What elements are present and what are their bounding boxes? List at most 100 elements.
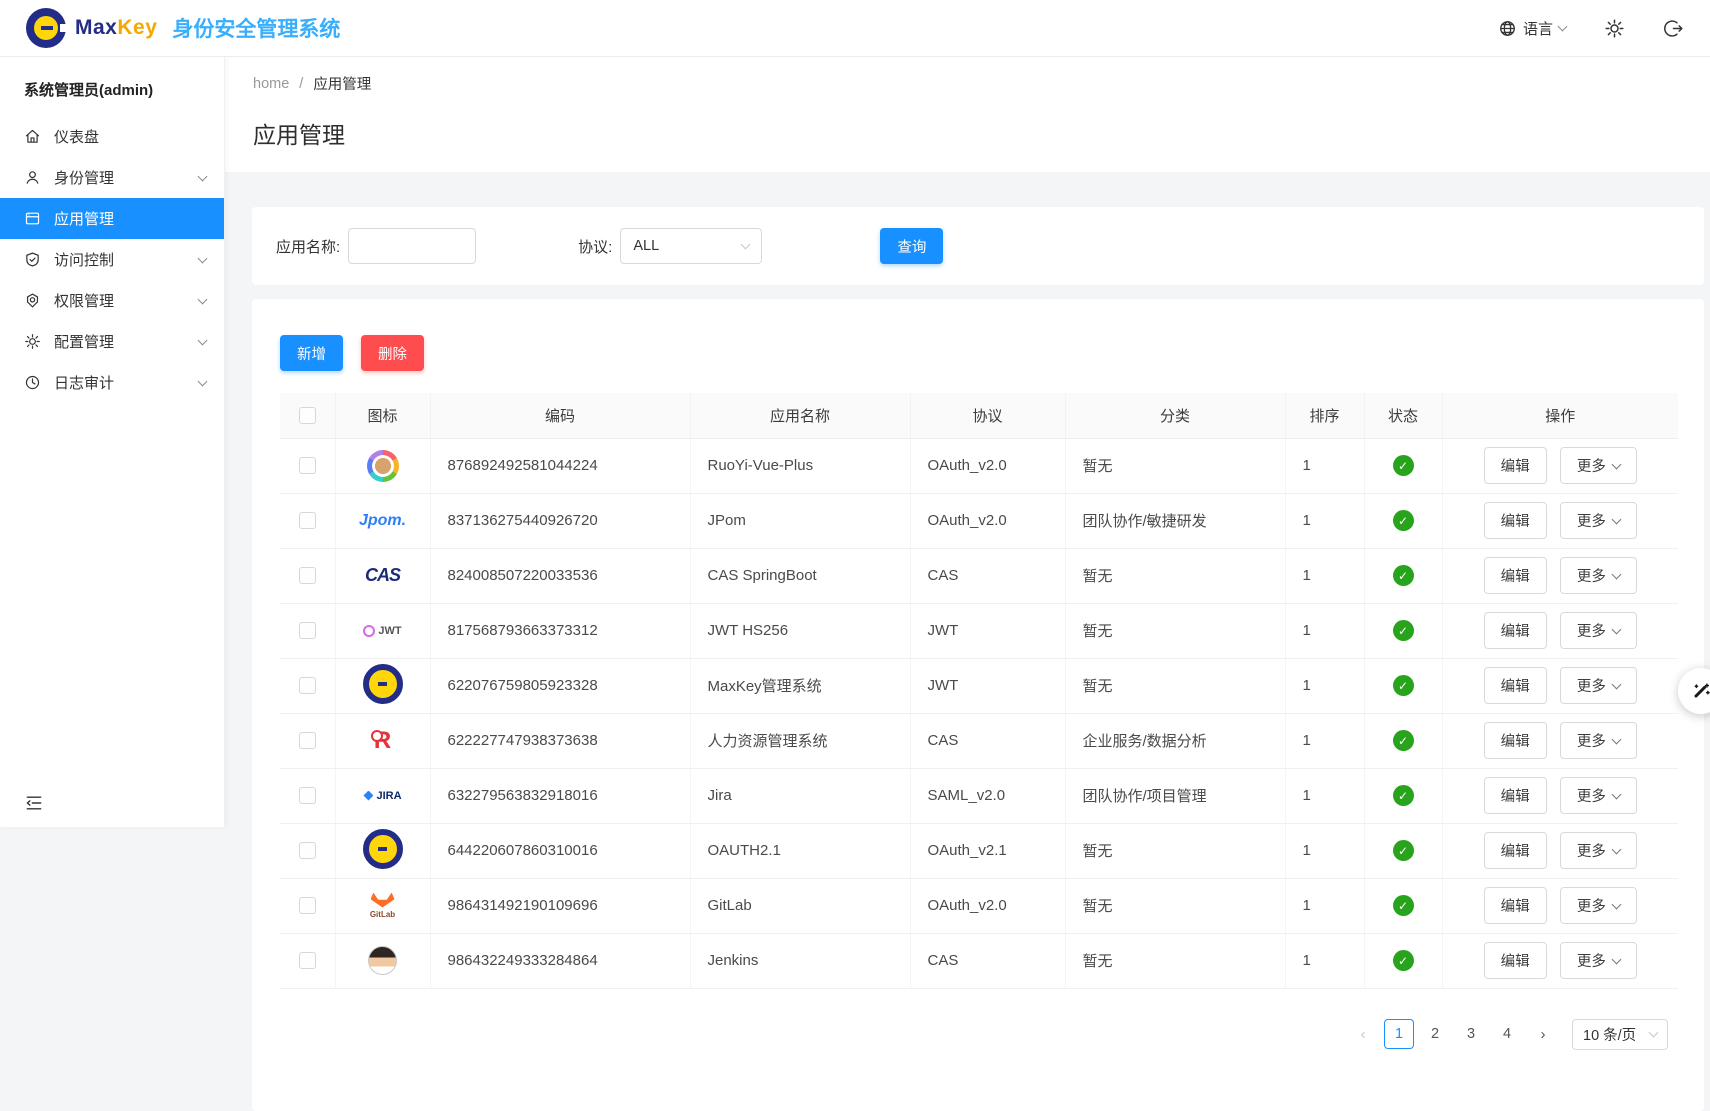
- sidebar-item[interactable]: 仪表盘: [0, 116, 224, 157]
- page-number-button[interactable]: 2: [1420, 1019, 1450, 1049]
- more-button[interactable]: 更多: [1560, 502, 1637, 539]
- edit-button[interactable]: 编辑: [1484, 832, 1547, 869]
- more-button[interactable]: 更多: [1560, 557, 1637, 594]
- app-category: 团队协作/项目管理: [1065, 768, 1285, 823]
- app-category: 团队协作/敏捷研发: [1065, 493, 1285, 548]
- app-name: 人力资源管理系统: [690, 713, 910, 768]
- toolbar: 新增 删除: [280, 335, 1678, 371]
- table-row: 622076759805923328 MaxKey管理系统 JWT 暂无 1 编…: [280, 658, 1678, 713]
- language-label: 语言: [1523, 18, 1553, 39]
- row-checkbox[interactable]: [299, 952, 316, 969]
- edit-button[interactable]: 编辑: [1484, 557, 1547, 594]
- app-sort: 1: [1285, 713, 1364, 768]
- app-sort: 1: [1285, 768, 1364, 823]
- more-button[interactable]: 更多: [1560, 887, 1637, 924]
- row-checkbox[interactable]: [299, 842, 316, 859]
- app-sort: 1: [1285, 823, 1364, 878]
- row-checkbox[interactable]: [299, 457, 316, 474]
- chevron-down-icon: [198, 295, 208, 305]
- more-button[interactable]: 更多: [1560, 447, 1637, 484]
- more-button[interactable]: 更多: [1560, 942, 1637, 979]
- row-checkbox[interactable]: [299, 897, 316, 914]
- edit-button[interactable]: 编辑: [1484, 612, 1547, 649]
- sidebar-item-label: 配置管理: [54, 331, 186, 352]
- app-protocol: CAS: [910, 713, 1065, 768]
- app-protocol: OAuth_v2.1: [910, 823, 1065, 878]
- sidebar-item[interactable]: 权限管理: [0, 280, 224, 321]
- language-menu[interactable]: 语言: [1498, 18, 1566, 39]
- column-header-status: 状态: [1364, 393, 1442, 438]
- app-code: 817568793663373312: [430, 603, 690, 658]
- chevron-down-icon: [1649, 1027, 1659, 1037]
- prev-page-button[interactable]: ‹: [1348, 1019, 1378, 1049]
- more-button[interactable]: 更多: [1560, 667, 1637, 704]
- app-category: 暂无: [1065, 658, 1285, 713]
- edit-button[interactable]: 编辑: [1484, 777, 1547, 814]
- protocol-select[interactable]: ALL: [620, 228, 762, 264]
- app-code: 622076759805923328: [430, 658, 690, 713]
- row-checkbox[interactable]: [299, 732, 316, 749]
- page-number-button[interactable]: 4: [1492, 1019, 1522, 1049]
- chevron-down-icon: [198, 254, 208, 264]
- row-checkbox[interactable]: [299, 787, 316, 804]
- app-protocol: OAuth_v2.0: [910, 493, 1065, 548]
- edit-button[interactable]: 编辑: [1484, 447, 1547, 484]
- table-row: 986432249333284864 Jenkins CAS 暂无 1 编辑 更…: [280, 933, 1678, 988]
- sidebar-item[interactable]: 日志审计: [0, 362, 224, 403]
- chevron-down-icon: [1611, 569, 1621, 579]
- edit-button[interactable]: 编辑: [1484, 887, 1547, 924]
- sidebar-item[interactable]: 身份管理: [0, 157, 224, 198]
- edit-button[interactable]: 编辑: [1484, 502, 1547, 539]
- column-header-actions: 操作: [1442, 393, 1678, 438]
- row-checkbox[interactable]: [299, 567, 316, 584]
- app-logo-icon: [359, 446, 407, 486]
- logout-icon[interactable]: [1663, 18, 1684, 39]
- more-button[interactable]: 更多: [1560, 612, 1637, 649]
- page-number-button[interactable]: 1: [1384, 1019, 1414, 1049]
- app-logo-icon: [359, 556, 407, 596]
- edit-button[interactable]: 编辑: [1484, 722, 1547, 759]
- edit-button[interactable]: 编辑: [1484, 942, 1547, 979]
- edit-button[interactable]: 编辑: [1484, 667, 1547, 704]
- settings-icon[interactable]: [1604, 18, 1625, 39]
- app-sort: 1: [1285, 438, 1364, 493]
- status-enabled-icon: [1393, 565, 1414, 586]
- delete-button[interactable]: 删除: [361, 335, 424, 371]
- app-logo-icon: [359, 611, 407, 651]
- app-logo-icon: [359, 776, 407, 816]
- sidebar-item-label: 应用管理: [54, 208, 206, 229]
- app-sort: 1: [1285, 658, 1364, 713]
- row-checkbox[interactable]: [299, 622, 316, 639]
- select-all-checkbox[interactable]: [299, 407, 316, 424]
- more-button[interactable]: 更多: [1560, 777, 1637, 814]
- more-button[interactable]: 更多: [1560, 722, 1637, 759]
- table-row: 622227747938373638 人力资源管理系统 CAS 企业服务/数据分…: [280, 713, 1678, 768]
- add-button[interactable]: 新增: [280, 335, 343, 371]
- chevron-down-icon: [1611, 679, 1621, 689]
- page-number-button[interactable]: 3: [1456, 1019, 1486, 1049]
- breadcrumb-home-link[interactable]: home: [253, 76, 289, 92]
- status-enabled-icon: [1393, 840, 1414, 861]
- sidebar-item[interactable]: 配置管理: [0, 321, 224, 362]
- app-name-input[interactable]: [348, 228, 476, 264]
- sidebar: 系统管理员(admin) 仪表盘 身份管理 应用管理 访问控制 权限管理: [0, 57, 225, 827]
- collapse-sidebar-icon[interactable]: [24, 793, 44, 813]
- app-logo-icon: [359, 721, 407, 761]
- app-logo-icon: [359, 501, 407, 541]
- app-protocol: SAML_v2.0: [910, 768, 1065, 823]
- row-checkbox[interactable]: [299, 512, 316, 529]
- next-page-button[interactable]: ›: [1528, 1019, 1558, 1049]
- sidebar-item[interactable]: 应用管理: [0, 198, 224, 239]
- app-code: 622227747938373638: [430, 713, 690, 768]
- breadcrumb-separator: /: [299, 76, 303, 92]
- page-size-select[interactable]: 10 条/页: [1572, 1019, 1668, 1050]
- status-enabled-icon: [1393, 730, 1414, 751]
- search-button[interactable]: 查询: [880, 228, 943, 264]
- pagination: ‹ 1 2 3 4 › 10 条/页: [280, 1019, 1668, 1050]
- row-checkbox[interactable]: [299, 677, 316, 694]
- more-button[interactable]: 更多: [1560, 832, 1637, 869]
- app-name: Jenkins: [690, 933, 910, 988]
- sidebar-item[interactable]: 访问控制: [0, 239, 224, 280]
- app-name: OAUTH2.1: [690, 823, 910, 878]
- app-protocol: OAuth_v2.0: [910, 438, 1065, 493]
